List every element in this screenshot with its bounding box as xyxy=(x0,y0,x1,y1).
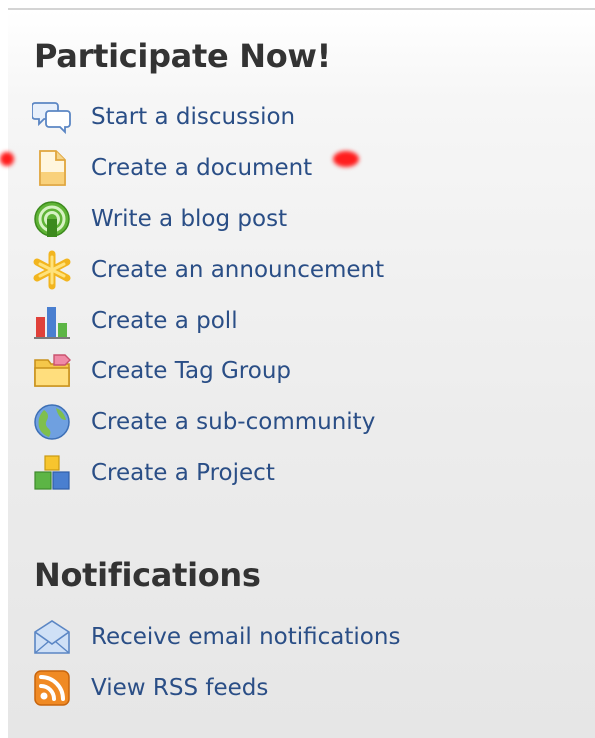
highlight-marker xyxy=(0,152,14,166)
write-blog-post-link[interactable]: Write a blog post xyxy=(91,206,287,232)
sidebar-panel: Participate Now! Start a discussion Crea… xyxy=(8,8,595,738)
create-tag-group-link[interactable]: Create Tag Group xyxy=(91,358,291,384)
view-rss-feeds-link[interactable]: View RSS feeds xyxy=(91,675,268,701)
poll-icon[interactable] xyxy=(32,301,72,341)
sub-community-icon[interactable] xyxy=(32,402,72,442)
create-document-link[interactable]: Create a document xyxy=(91,155,312,181)
create-sub-community-link[interactable]: Create a sub-community xyxy=(91,409,375,435)
action-create-document[interactable]: Create a document xyxy=(32,143,384,194)
action-view-rss-feeds[interactable]: View RSS feeds xyxy=(32,663,400,714)
action-create-tag-group[interactable]: Create Tag Group xyxy=(32,346,384,397)
notifications-list: Receive email notifications View RSS fee… xyxy=(32,612,400,714)
create-announcement-link[interactable]: Create an announcement xyxy=(91,257,384,283)
action-receive-email-notifications[interactable]: Receive email notifications xyxy=(32,612,400,663)
start-discussion-link[interactable]: Start a discussion xyxy=(91,104,295,130)
action-create-poll[interactable]: Create a poll xyxy=(32,295,384,346)
blog-post-icon[interactable] xyxy=(32,199,72,239)
tag-group-icon[interactable] xyxy=(32,351,72,391)
document-icon[interactable] xyxy=(32,148,72,188)
action-write-blog-post[interactable]: Write a blog post xyxy=(32,194,384,245)
highlight-marker xyxy=(333,151,359,167)
discussion-icon[interactable] xyxy=(32,97,72,137)
create-project-link[interactable]: Create a Project xyxy=(91,460,275,486)
participate-heading: Participate Now! xyxy=(34,37,331,75)
participate-list: Start a discussion Create a document Wri… xyxy=(32,92,384,498)
action-create-sub-community[interactable]: Create a sub-community xyxy=(32,397,384,448)
announcement-icon[interactable] xyxy=(32,250,72,290)
action-create-project[interactable]: Create a Project xyxy=(32,448,384,499)
project-icon[interactable] xyxy=(32,453,72,493)
create-poll-link[interactable]: Create a poll xyxy=(91,308,238,334)
notifications-heading: Notifications xyxy=(34,556,261,594)
action-start-discussion[interactable]: Start a discussion xyxy=(32,92,384,143)
email-icon[interactable] xyxy=(32,617,72,657)
rss-icon[interactable] xyxy=(32,668,72,708)
receive-email-notifications-link[interactable]: Receive email notifications xyxy=(91,624,400,650)
action-create-announcement[interactable]: Create an announcement xyxy=(32,244,384,295)
